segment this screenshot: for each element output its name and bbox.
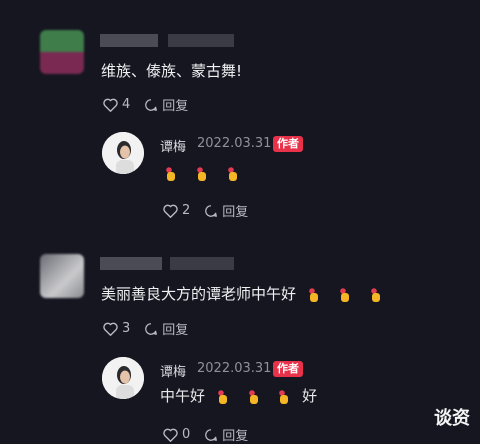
reply-label: 回复 [162,323,189,338]
reply-actions: 0 回复 [163,425,262,444]
fingers-heart-emoji [369,287,383,303]
username-blurred[interactable] [100,257,162,270]
like-button[interactable]: 3 [103,321,130,336]
heart-icon [103,98,118,112]
fingers-heart-emoji [164,166,178,182]
avatar-blurred[interactable] [40,30,84,74]
fingers-heart-emoji [277,389,291,405]
like-button[interactable]: 2 [163,203,190,218]
comment-2: 美丽善良大方的谭老师中午好 3 回复 [0,240,480,350]
reply-button[interactable]: 回复 [204,425,248,444]
fingers-heart-emoji [216,389,230,405]
heart-icon [163,204,178,218]
reply-1: 谭梅 2022.03.31 作者 2 回复 [0,120,480,230]
reply-bubble-icon [145,98,158,111]
comment-text: 美丽善良大方的谭老师中午好 [101,285,297,303]
reply-date: 2022.03.31 [197,136,272,151]
reply-actions: 2 回复 [163,201,262,220]
reply-text-suffix: 好 [302,387,318,405]
heart-icon [163,428,178,442]
like-button[interactable]: 4 [103,97,130,112]
reply-bubble-icon [205,204,218,217]
reply-emojis [158,163,246,182]
username-blurred [170,257,234,270]
comment-body: 美丽善良大方的谭老师中午好 [101,283,389,304]
reply-label: 回复 [222,429,249,444]
avatar-blurred[interactable] [40,254,84,298]
fingers-heart-emoji [338,287,352,303]
watermark: 谈资 [434,408,470,429]
reply-text: 中午好 [160,387,206,405]
avatar[interactable] [102,357,144,399]
avatar-portrait [102,357,144,399]
heart-icon [103,322,118,336]
comment-actions: 4 回复 [103,95,202,114]
reply-author[interactable]: 谭梅 [160,136,186,155]
comment-actions: 3 回复 [103,319,202,338]
username-blurred [168,34,234,47]
fingers-heart-emoji [247,389,261,405]
like-button[interactable]: 0 [163,427,190,442]
reply-button[interactable]: 回复 [144,319,188,338]
reply-2: 谭梅 2022.03.31 作者 中午好 好 0 回复 [0,345,480,444]
like-count: 4 [122,97,131,112]
reply-author[interactable]: 谭梅 [160,361,186,380]
comment-1: 维族、傣族、蒙古舞! 4 回复 [0,0,480,120]
fingers-heart-emoji [226,166,240,182]
fingers-heart-emoji [307,287,321,303]
like-count: 0 [182,427,191,442]
reply-bubble-icon [145,322,158,335]
reply-date: 2022.03.31 [197,361,272,376]
author-badge: 作者 [273,136,303,152]
fingers-heart-emoji [195,166,209,182]
avatar[interactable] [102,132,144,174]
reply-bubble-icon [205,428,218,441]
reply-body: 中午好 好 [160,385,317,406]
username-blurred[interactable] [100,34,158,47]
reply-button[interactable]: 回复 [204,201,248,220]
avatar-portrait [102,132,144,174]
author-badge: 作者 [273,361,303,377]
reply-label: 回复 [162,99,189,114]
reply-label: 回复 [222,205,249,220]
like-count: 3 [122,321,131,336]
reply-button[interactable]: 回复 [144,95,188,114]
comment-text: 维族、傣族、蒙古舞! [101,62,243,80]
like-count: 2 [182,203,191,218]
